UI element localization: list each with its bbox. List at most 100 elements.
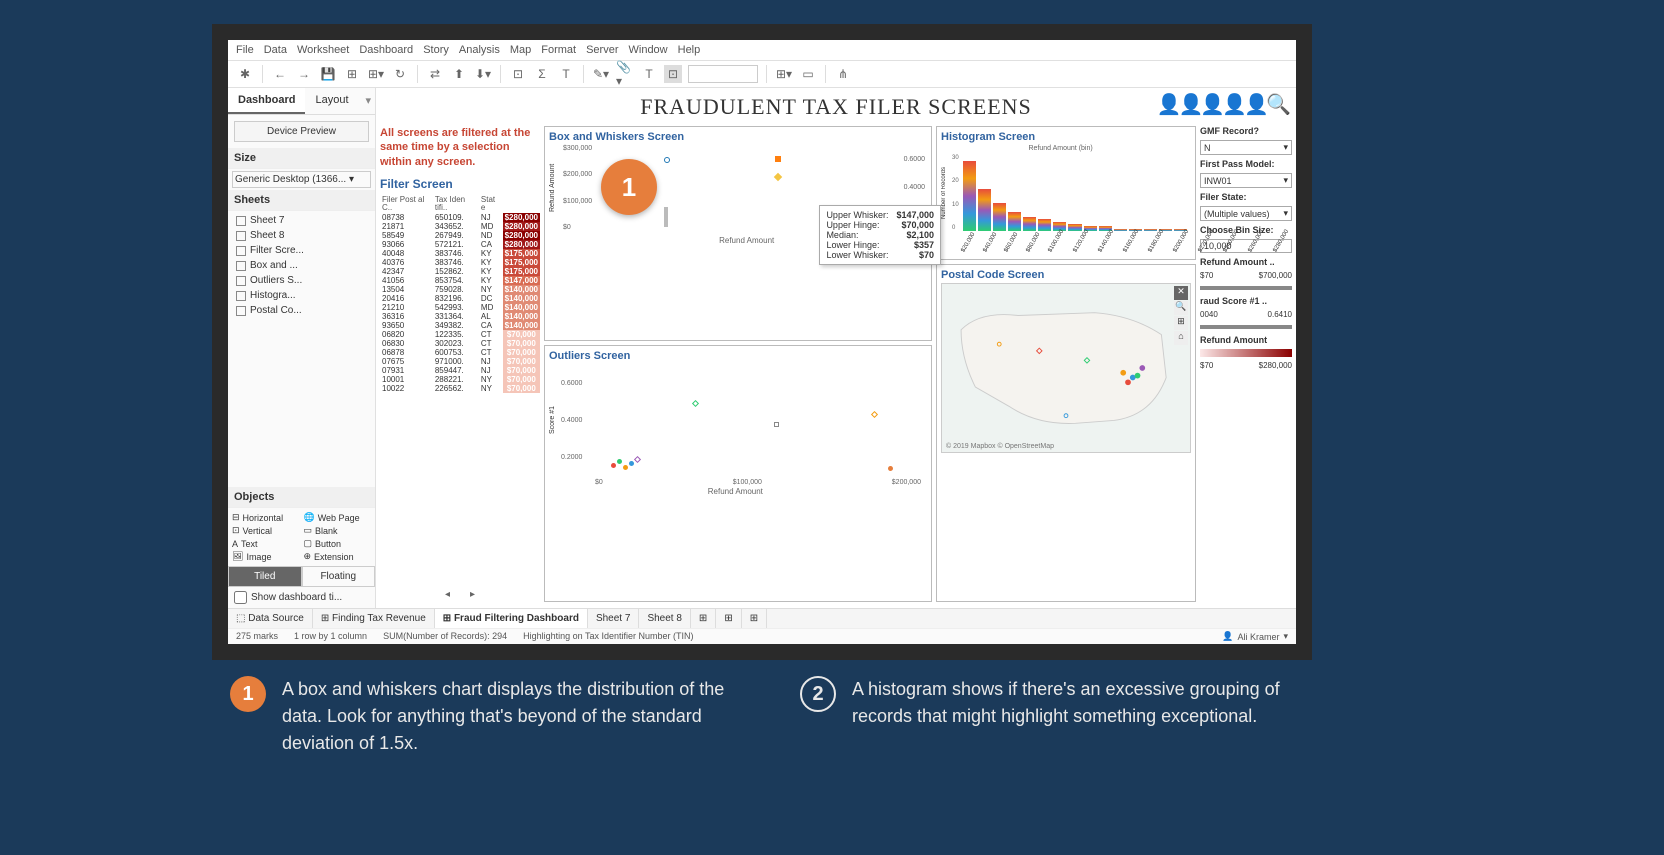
table-row[interactable]: 40376383746.KY$175,000 — [380, 258, 540, 267]
tab-finding-tax[interactable]: ⊞ Finding Tax Revenue — [313, 609, 435, 628]
table-row[interactable]: 06830302023.CT$70,000 — [380, 339, 540, 348]
sort-asc-icon[interactable]: ⬆ — [450, 65, 468, 83]
fit-dropdown[interactable] — [688, 65, 758, 83]
present-icon[interactable]: ▭ — [799, 65, 817, 83]
object-extension[interactable]: ⊕Extension — [304, 551, 372, 562]
table-scroller[interactable]: ◂▸ — [380, 587, 540, 602]
object-image[interactable]: 🖼Image — [232, 551, 300, 562]
status-user[interactable]: Ali Kramer — [1237, 632, 1279, 642]
object-web-page[interactable]: 🌐Web Page — [304, 512, 372, 523]
object-button[interactable]: ▢Button — [304, 538, 372, 549]
tab-layout[interactable]: Layout — [305, 88, 358, 114]
table-row[interactable]: 06820122335.CT$70,000 — [380, 330, 540, 339]
table-row[interactable]: 10022226562.NY$70,000 — [380, 384, 540, 393]
map-search-icon[interactable]: 🔍 — [1174, 301, 1188, 315]
table-row[interactable]: 21210542993.MD$140,000 — [380, 303, 540, 312]
state-dropdown[interactable]: (Multiple values)▾ — [1200, 206, 1292, 221]
sheet-item[interactable]: Filter Scre... — [232, 243, 371, 258]
label-icon[interactable]: T — [640, 65, 658, 83]
menu-help[interactable]: Help — [678, 44, 701, 56]
chevron-down-icon[interactable]: ▾ — [361, 88, 375, 114]
table-row[interactable]: 20416832196.DC$140,000 — [380, 294, 540, 303]
show-me-icon[interactable]: ⊞▾ — [775, 65, 793, 83]
sheet-item[interactable]: Postal Co... — [232, 303, 371, 318]
filters-column: GMF Record? N▾ First Pass Model: INW01▾ … — [1200, 126, 1292, 602]
gmf-dropdown[interactable]: N▾ — [1200, 140, 1292, 155]
tab-sheet8[interactable]: Sheet 8 — [639, 609, 690, 628]
table-row[interactable]: 36316331364.AL$140,000 — [380, 312, 540, 321]
size-dropdown[interactable]: Generic Desktop (1366... ▾ — [232, 171, 371, 188]
table-row[interactable]: 07675971000.NJ$70,000 — [380, 357, 540, 366]
new-story-icon[interactable]: ⊞ — [742, 609, 767, 628]
map-zoom-icon[interactable]: ⊞ — [1174, 316, 1188, 330]
object-text[interactable]: AText — [232, 538, 300, 549]
swap-icon[interactable]: ⇄ — [426, 65, 444, 83]
pin-icon[interactable]: 📎▾ — [616, 65, 634, 83]
object-blank[interactable]: ▭Blank — [304, 525, 372, 536]
abc-icon[interactable]: T — [557, 65, 575, 83]
save-icon[interactable]: 💾 — [319, 65, 337, 83]
postal-panel[interactable]: Postal Code Screen — [936, 264, 1196, 602]
menu-analysis[interactable]: Analysis — [459, 44, 500, 56]
show-title-checkbox[interactable] — [234, 591, 247, 604]
object-horizontal[interactable]: ⊟Horizontal — [232, 512, 300, 523]
sort-desc-icon[interactable]: ⬇▾ — [474, 65, 492, 83]
refund-slider[interactable] — [1200, 286, 1292, 290]
device-preview-button[interactable]: Device Preview — [234, 121, 369, 142]
back-icon[interactable]: ← — [271, 65, 289, 83]
tiled-button[interactable]: Tiled — [228, 566, 302, 587]
map-close-icon[interactable]: ✕ — [1174, 286, 1188, 300]
menu-file[interactable]: File — [236, 44, 254, 56]
menu-format[interactable]: Format — [541, 44, 576, 56]
map-home-icon[interactable]: ⌂ — [1174, 331, 1188, 345]
menu-server[interactable]: Server — [586, 44, 618, 56]
sheet-item[interactable]: Histogra... — [232, 288, 371, 303]
menu-map[interactable]: Map — [510, 44, 531, 56]
tab-data-source[interactable]: ⬚ Data Source — [228, 609, 313, 628]
table-row[interactable]: 21871343652.MD$280,000 — [380, 222, 540, 231]
sheet-item[interactable]: Outliers S... — [232, 273, 371, 288]
table-row[interactable]: 41056853754.KY$147,000 — [380, 276, 540, 285]
table-row[interactable]: 08738650109.NJ$280,000 — [380, 213, 540, 222]
menu-worksheet[interactable]: Worksheet — [297, 44, 349, 56]
tab-sheet7[interactable]: Sheet 7 — [588, 609, 639, 628]
share-icon[interactable]: ⋔ — [834, 65, 852, 83]
forward-icon[interactable]: → — [295, 65, 313, 83]
fraud-slider[interactable] — [1200, 325, 1292, 329]
highlight-icon[interactable]: ✎▾ — [592, 65, 610, 83]
refresh-icon[interactable]: ↻ — [391, 65, 409, 83]
totals-icon[interactable]: Σ — [533, 65, 551, 83]
outliers-panel[interactable]: Outliers Screen Score #1 0.60000.40000.2… — [544, 345, 932, 602]
table-row[interactable]: 93066572121.CA$280,000 — [380, 240, 540, 249]
tab-fraud-dashboard[interactable]: ⊞ Fraud Filtering Dashboard — [435, 609, 588, 628]
menu-data[interactable]: Data — [264, 44, 287, 56]
menu-window[interactable]: Window — [629, 44, 668, 56]
group-icon[interactable]: ⊡ — [509, 65, 527, 83]
box-whisker-panel[interactable]: Box and Whiskers Screen Refund Amount $3… — [544, 126, 932, 341]
table-row[interactable]: 93650349382.CA$140,000 — [380, 321, 540, 330]
new-worksheet-icon[interactable]: ⊞ — [691, 609, 716, 628]
table-row[interactable]: 07931859447.NJ$70,000 — [380, 366, 540, 375]
menu-story[interactable]: Story — [423, 44, 449, 56]
new-sheet-icon[interactable]: ⊞ — [343, 65, 361, 83]
map-area[interactable]: ✕ 🔍 ⊞ ⌂ © 2019 Mapbox © OpenStreetMap — [941, 283, 1191, 453]
table-row[interactable]: 58549267949.ND$280,000 — [380, 231, 540, 240]
menu-dashboard[interactable]: Dashboard — [359, 44, 413, 56]
table-row[interactable]: 42347152862.KY$175,000 — [380, 267, 540, 276]
table-row[interactable]: 10001288221.NY$70,000 — [380, 375, 540, 384]
sheet-item[interactable]: Sheet 8 — [232, 228, 371, 243]
tab-dashboard[interactable]: Dashboard — [228, 88, 305, 114]
fpm-dropdown[interactable]: INW01▾ — [1200, 173, 1292, 188]
table-row[interactable]: 40048383746.KY$175,000 — [380, 249, 540, 258]
filter-table[interactable]: Filer Post al C..Tax Iden tifi..Stat e 0… — [380, 195, 540, 393]
object-vertical[interactable]: ⊡Vertical — [232, 525, 300, 536]
fit-icon[interactable]: ⊡ — [664, 65, 682, 83]
floating-button[interactable]: Floating — [302, 566, 376, 587]
sheet-item[interactable]: Box and ... — [232, 258, 371, 273]
table-row[interactable]: 13504759028.NY$140,000 — [380, 285, 540, 294]
histogram-panel[interactable]: Histogram Screen Number of Records 30201… — [936, 126, 1196, 260]
table-row[interactable]: 06878600753.CT$70,000 — [380, 348, 540, 357]
new-dash-icon[interactable]: ⊞▾ — [367, 65, 385, 83]
new-dashboard-icon[interactable]: ⊞ — [716, 609, 741, 628]
sheet-item[interactable]: Sheet 7 — [232, 213, 371, 228]
